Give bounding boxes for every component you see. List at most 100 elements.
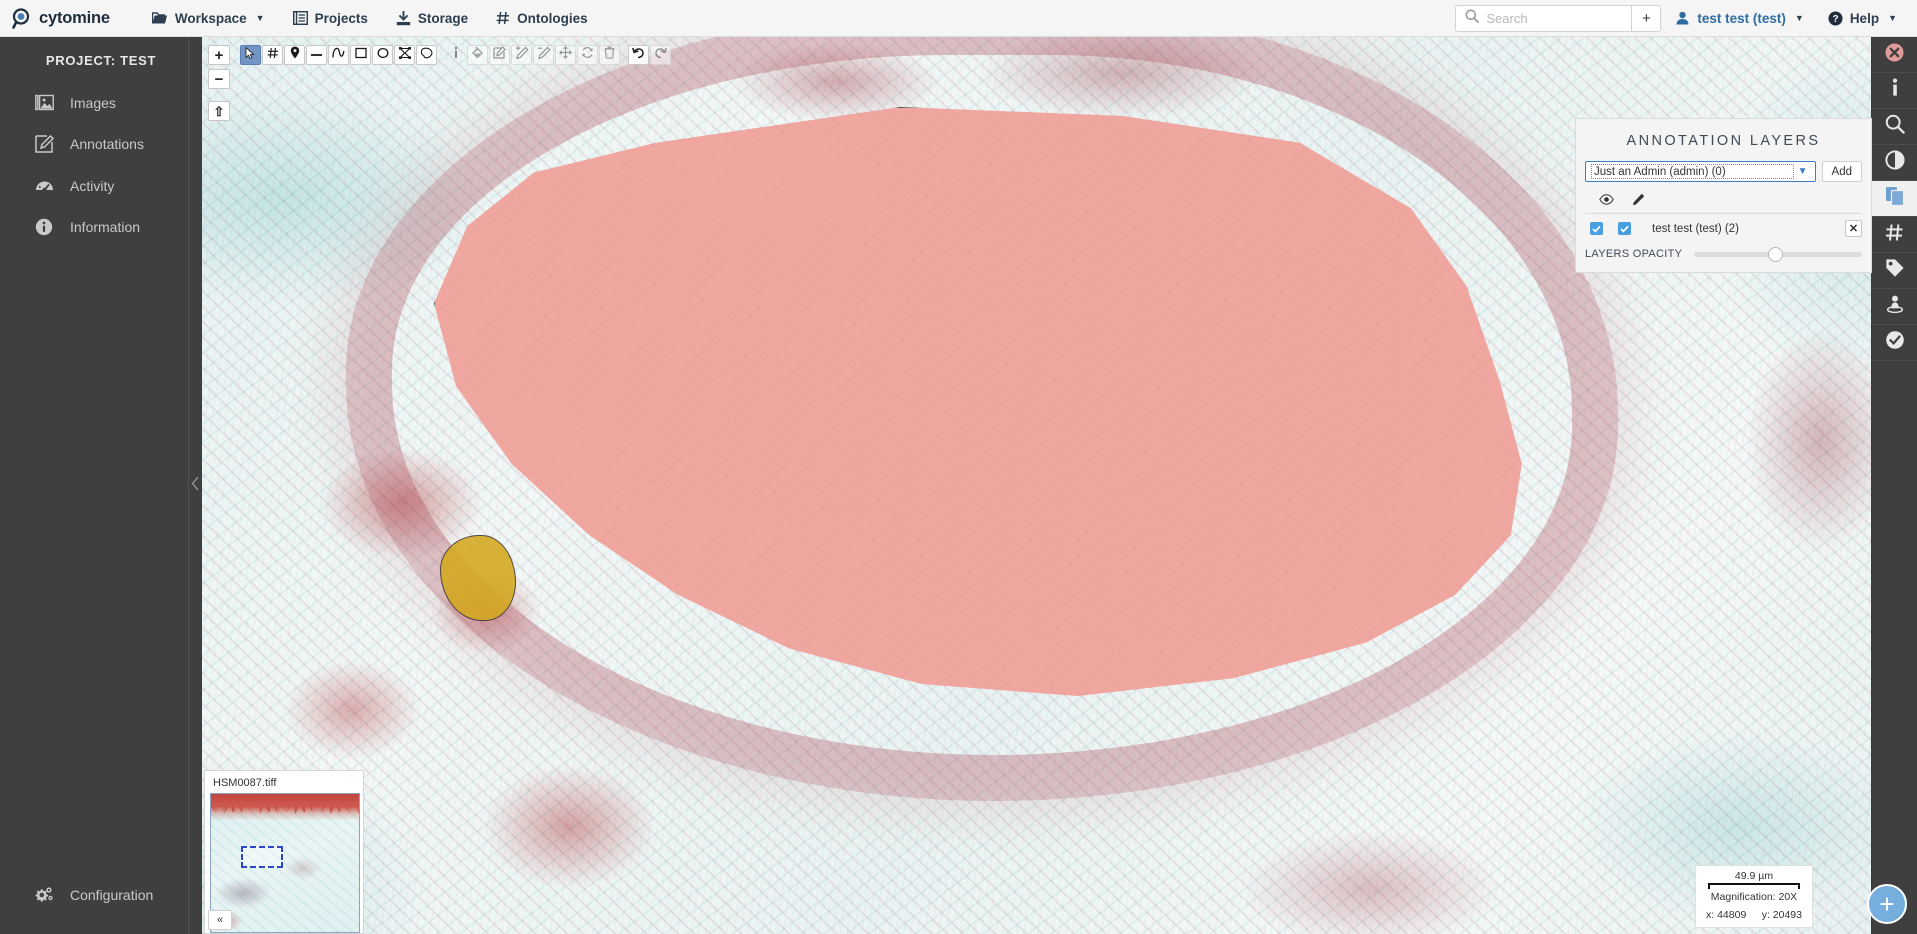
chevron-left-icon	[191, 475, 200, 496]
svg-text:?: ?	[1832, 14, 1838, 25]
circle-icon	[377, 46, 389, 64]
remove-part-tool[interactable]	[533, 45, 554, 65]
coordinate-x: x: 44809	[1706, 909, 1747, 921]
trash-icon	[604, 46, 615, 64]
annotation-layers-panel: ANNOTATION LAYERS Just an Admin (admin) …	[1575, 118, 1872, 273]
minimap-panel: HSM0087.tiff «	[204, 770, 364, 934]
nav-item-workspace[interactable]: Workspace ▼	[138, 0, 279, 37]
delete-tool[interactable]	[599, 45, 620, 65]
hash-icon	[1885, 223, 1904, 247]
right-icon-rail	[1872, 37, 1917, 934]
sidebar-collapse-toggle[interactable]	[188, 37, 202, 934]
move-tool[interactable]	[555, 45, 576, 65]
magnifier-icon	[1885, 114, 1905, 139]
refresh-icon	[581, 46, 594, 64]
layer-visible-checkbox[interactable]	[1590, 222, 1603, 235]
minimap-thumbnail[interactable]	[210, 793, 360, 933]
sidebar-item-configuration[interactable]: Configuration	[0, 874, 202, 916]
slider-thumb[interactable]	[1767, 246, 1783, 262]
sidebar-item-images[interactable]: Images	[0, 82, 202, 123]
help-label: Help	[1849, 10, 1880, 26]
zoom-in-button[interactable]: +	[208, 45, 230, 65]
add-layer-button[interactable]: Add	[1821, 161, 1862, 182]
add-action-button[interactable]: +	[1867, 884, 1907, 924]
rectangle-tool[interactable]	[350, 45, 371, 65]
navbar-right-group: + test test (test) ▼ ? Help ▼	[1455, 0, 1907, 37]
drawing-toolbar	[240, 45, 671, 65]
fill-tool[interactable]	[467, 45, 488, 65]
zoom-out-button[interactable]: −	[208, 69, 230, 89]
search-box[interactable]	[1456, 6, 1631, 31]
top-navbar: cytomine Workspace ▼ Projects Storage On…	[0, 0, 1917, 37]
remove-layer-button[interactable]: ✕	[1845, 220, 1862, 237]
person-pin-icon	[1885, 294, 1905, 319]
layer-select[interactable]: Just an Admin (admin) (0) ▼	[1585, 161, 1816, 182]
cytomine-magnifier-logo-icon	[12, 7, 33, 29]
tag-icon	[1885, 258, 1905, 283]
close-panel-button[interactable]	[1872, 37, 1917, 73]
sidebar-item-activity[interactable]: Activity	[0, 165, 202, 206]
annotation-edit-icon	[34, 135, 54, 153]
image-information-button[interactable]	[1872, 73, 1917, 109]
blob-shape-icon	[420, 46, 433, 64]
freehand-line-tool[interactable]	[328, 45, 349, 65]
search-add-button[interactable]: +	[1631, 5, 1661, 31]
redo-arrow-icon	[654, 46, 667, 64]
nav-item-projects[interactable]: Projects	[279, 0, 382, 37]
nav-item-storage[interactable]: Storage	[382, 0, 482, 37]
add-part-tool[interactable]	[511, 45, 532, 65]
ontology-button[interactable]	[1872, 217, 1917, 253]
sidebar-item-information[interactable]: Information	[0, 206, 202, 248]
layers-opacity-label: LAYERS OPACITY	[1585, 248, 1683, 260]
hash-icon	[496, 11, 510, 25]
toolbar-separator	[438, 45, 444, 65]
layer-drawable-checkbox[interactable]	[1618, 222, 1631, 235]
eye-icon	[1599, 194, 1614, 208]
folder-icon	[151, 11, 168, 25]
scale-info-box: 49.9 µm Magnification: 20X x: 44809 y: 2…	[1695, 865, 1813, 928]
grid-tool[interactable]	[262, 45, 283, 65]
user-name: test test (test)	[1697, 10, 1786, 26]
polygon-tool[interactable]	[394, 45, 415, 65]
redo-button[interactable]	[650, 45, 671, 65]
sidebar-item-annotations[interactable]: Annotations	[0, 123, 202, 165]
search-icon	[1465, 9, 1480, 28]
page-title: PROJECT: TEST	[45, 53, 157, 68]
review-button[interactable]	[1872, 289, 1917, 325]
validate-button[interactable]	[1872, 325, 1917, 361]
search-group: +	[1455, 4, 1662, 32]
help-circle-icon: ?	[1828, 11, 1843, 26]
line-tool[interactable]	[306, 45, 327, 65]
undo-button[interactable]	[628, 45, 649, 65]
sidebar-bottom-group: Configuration	[0, 874, 202, 934]
help-menu[interactable]: ? Help ▼	[1818, 0, 1907, 37]
rotate-tool[interactable]	[577, 45, 598, 65]
search-button[interactable]	[1872, 109, 1917, 145]
freehand-polygon-tool[interactable]	[416, 45, 437, 65]
info-i-icon	[1890, 78, 1900, 103]
edit-annotation-tool[interactable]	[489, 45, 510, 65]
ellipse-tool[interactable]	[372, 45, 393, 65]
select-tool[interactable]	[240, 45, 261, 65]
nav-item-ontologies[interactable]: Ontologies	[482, 0, 602, 37]
layers-opacity-slider[interactable]	[1694, 246, 1862, 262]
point-tool[interactable]	[284, 45, 305, 65]
magnification-label: Magnification: 20X	[1710, 891, 1798, 903]
minus-line-icon	[310, 46, 323, 64]
annotation-layers-button[interactable]	[1872, 181, 1917, 217]
user-menu[interactable]: test test (test) ▼	[1665, 0, 1813, 37]
search-input[interactable]	[1486, 10, 1623, 26]
info-tool[interactable]	[445, 45, 466, 65]
chevron-down-icon: ▼	[1888, 13, 1897, 23]
layer-list-item: test test (test) (2) ✕	[1576, 214, 1871, 243]
brand-logo-link[interactable]: cytomine	[12, 7, 110, 29]
minimap-collapse-button[interactable]: «	[208, 910, 232, 930]
minimap-viewport-rect[interactable]	[241, 846, 283, 868]
properties-button[interactable]	[1872, 253, 1917, 289]
layer-column-headers	[1585, 191, 1862, 214]
home-reset-button[interactable]: ⇧	[208, 101, 230, 121]
polygon-icon	[398, 46, 411, 64]
contrast-circle-icon	[1884, 150, 1905, 175]
contrast-button[interactable]	[1872, 145, 1917, 181]
hash-icon	[267, 46, 279, 64]
